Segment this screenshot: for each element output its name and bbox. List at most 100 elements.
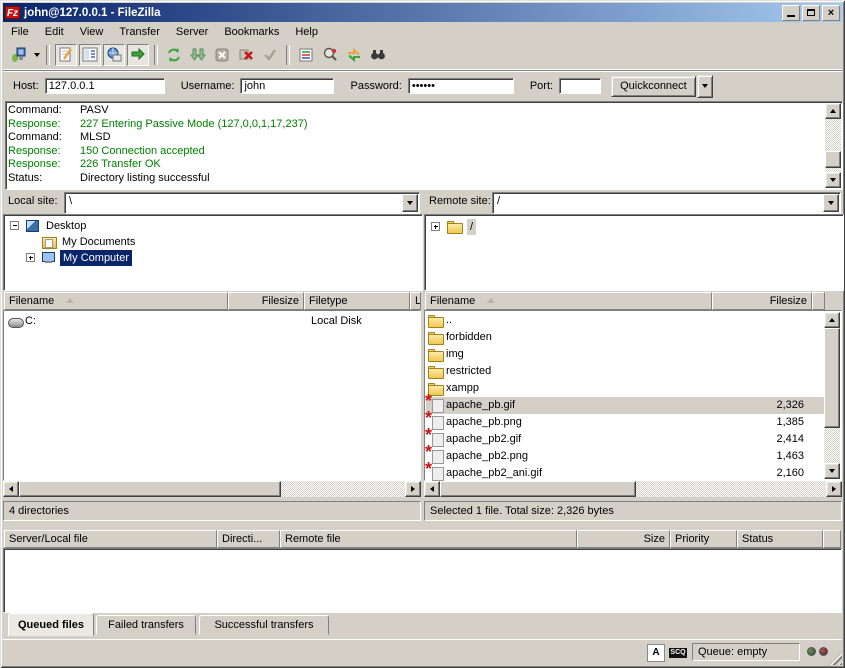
remote-tree-icon xyxy=(106,47,122,63)
toggle-transfer-queue-button[interactable] xyxy=(127,44,149,66)
sync-browse-button[interactable] xyxy=(343,44,365,66)
transfer-type-icon[interactable]: A xyxy=(647,644,665,662)
expand-icon[interactable] xyxy=(431,222,440,231)
compare-icon xyxy=(322,47,338,63)
scrollbar-thumb[interactable] xyxy=(824,328,840,428)
file-name: apache_pb.gif xyxy=(446,397,515,414)
file-size: 1,463 xyxy=(776,448,804,465)
scrollbar-thumb[interactable] xyxy=(19,481,281,497)
remote-list-header: Filename Filesize xyxy=(424,292,842,310)
collapse-icon[interactable] xyxy=(10,221,19,230)
column-lastmodified[interactable]: L xyxy=(410,292,421,310)
column-status[interactable]: Status xyxy=(737,530,823,548)
scroll-left-button[interactable] xyxy=(3,481,19,497)
menu-view[interactable]: View xyxy=(72,24,112,40)
folder-icon xyxy=(447,221,462,232)
column-priority[interactable]: Priority xyxy=(670,530,737,548)
find-button[interactable] xyxy=(367,44,389,66)
scroll-left-button[interactable] xyxy=(424,481,440,497)
file-row[interactable]: xampp xyxy=(426,380,824,397)
toolbar-separator xyxy=(286,45,290,65)
log-line-label: Response: xyxy=(8,158,80,172)
cancel-operation-button[interactable] xyxy=(211,44,233,66)
scrollbar-thumb[interactable] xyxy=(825,151,841,168)
menu-file[interactable]: File xyxy=(3,24,37,40)
column-filesize[interactable]: Filesize xyxy=(712,292,812,310)
menu-bookmarks[interactable]: Bookmarks xyxy=(216,24,287,40)
remote-site-combo[interactable]: / xyxy=(492,192,841,214)
filter-button[interactable] xyxy=(295,44,317,66)
local-row-c-drive[interactable]: C: Local Disk xyxy=(5,313,419,330)
file-row[interactable]: *apache_pb2.png1,463 xyxy=(426,448,824,465)
column-filetype[interactable]: Filetype xyxy=(304,292,410,310)
site-manager-dropdown[interactable] xyxy=(31,44,42,66)
speed-limit-icon[interactable]: SCQ xyxy=(669,648,687,658)
scroll-down-button[interactable] xyxy=(825,172,841,188)
disconnect-button[interactable] xyxy=(235,44,257,66)
port-input[interactable] xyxy=(559,78,601,94)
column-direction[interactable]: Directi... xyxy=(217,530,280,548)
maximize-icon xyxy=(807,9,815,16)
file-row[interactable]: restricted xyxy=(426,363,824,380)
column-filesize[interactable]: Filesize xyxy=(228,292,304,310)
scroll-down-button[interactable] xyxy=(824,463,840,479)
arrow-right-icon xyxy=(832,486,836,492)
file-row[interactable]: forbidden xyxy=(426,329,824,346)
username-input[interactable] xyxy=(240,78,334,94)
file-row[interactable]: *apache_pb2_ani.gif2,160 xyxy=(426,465,824,482)
menu-bar: File Edit View Transfer Server Bookmarks… xyxy=(3,22,842,41)
arrow-up-icon xyxy=(829,318,835,322)
remote-tree: / xyxy=(424,214,844,291)
remote-site-dropdown[interactable] xyxy=(823,194,839,212)
tab-failed-transfers[interactable]: Failed transfers xyxy=(96,615,196,635)
compare-button[interactable] xyxy=(319,44,341,66)
toggle-message-log-button[interactable] xyxy=(55,44,77,66)
menu-server[interactable]: Server xyxy=(168,24,216,40)
site-manager-button[interactable] xyxy=(8,44,30,66)
file-row[interactable]: *apache_pb.png1,385 xyxy=(426,414,824,431)
menu-edit[interactable]: Edit xyxy=(37,24,72,40)
column-server-local-file[interactable]: Server/Local file xyxy=(4,530,217,548)
file-row-selected[interactable]: *apache_pb.gif2,326 xyxy=(426,397,824,414)
toggle-remote-tree-button[interactable] xyxy=(103,44,125,66)
file-row[interactable]: *apache_pb2.gif2,414 xyxy=(426,431,824,448)
local-tree: Desktop My Documents My Computer xyxy=(3,214,423,291)
scroll-up-button[interactable] xyxy=(825,103,841,119)
column-remote-file[interactable]: Remote file xyxy=(280,530,577,548)
filezilla-window: Fz john@127.0.0.1 - FileZilla × File Edi… xyxy=(0,0,845,668)
minimize-button[interactable] xyxy=(782,5,800,21)
cancel-icon xyxy=(214,47,230,63)
tab-successful-transfers[interactable]: Successful transfers xyxy=(199,615,329,635)
expand-icon[interactable] xyxy=(26,253,35,262)
menu-transfer[interactable]: Transfer xyxy=(111,24,168,40)
quickconnect-button[interactable]: Quickconnect xyxy=(611,76,696,97)
chevron-down-icon xyxy=(407,201,413,205)
remote-status-text: Selected 1 file. Total size: 2,326 bytes xyxy=(424,501,842,521)
file-name: img xyxy=(446,346,464,363)
refresh-button[interactable] xyxy=(163,44,185,66)
message-log-icon xyxy=(58,47,74,63)
abort-button[interactable] xyxy=(259,44,281,66)
process-queue-button[interactable] xyxy=(187,44,209,66)
scrollbar-thumb[interactable] xyxy=(440,481,636,497)
scroll-up-button[interactable] xyxy=(824,312,840,328)
scroll-right-button[interactable] xyxy=(405,481,421,497)
tab-queued-files[interactable]: Queued files xyxy=(8,613,94,636)
file-row[interactable]: .. xyxy=(426,312,824,329)
quickconnect-dropdown[interactable] xyxy=(697,75,713,98)
menu-help[interactable]: Help xyxy=(287,24,326,40)
local-site-label: Local site: xyxy=(8,195,58,207)
password-input[interactable] xyxy=(408,78,514,94)
local-site-combo[interactable]: \ xyxy=(64,192,420,214)
local-site-dropdown[interactable] xyxy=(402,194,418,212)
toggle-local-tree-button[interactable] xyxy=(79,44,101,66)
scroll-right-button[interactable] xyxy=(826,481,842,497)
column-filename[interactable]: Filename xyxy=(4,292,228,310)
tree-item-label: Desktop xyxy=(46,218,86,234)
column-filename[interactable]: Filename xyxy=(425,292,712,310)
close-button[interactable]: × xyxy=(822,5,840,21)
file-row[interactable]: img xyxy=(426,346,824,363)
column-size[interactable]: Size xyxy=(577,530,670,548)
maximize-button[interactable] xyxy=(802,5,820,21)
host-input[interactable] xyxy=(45,78,165,94)
